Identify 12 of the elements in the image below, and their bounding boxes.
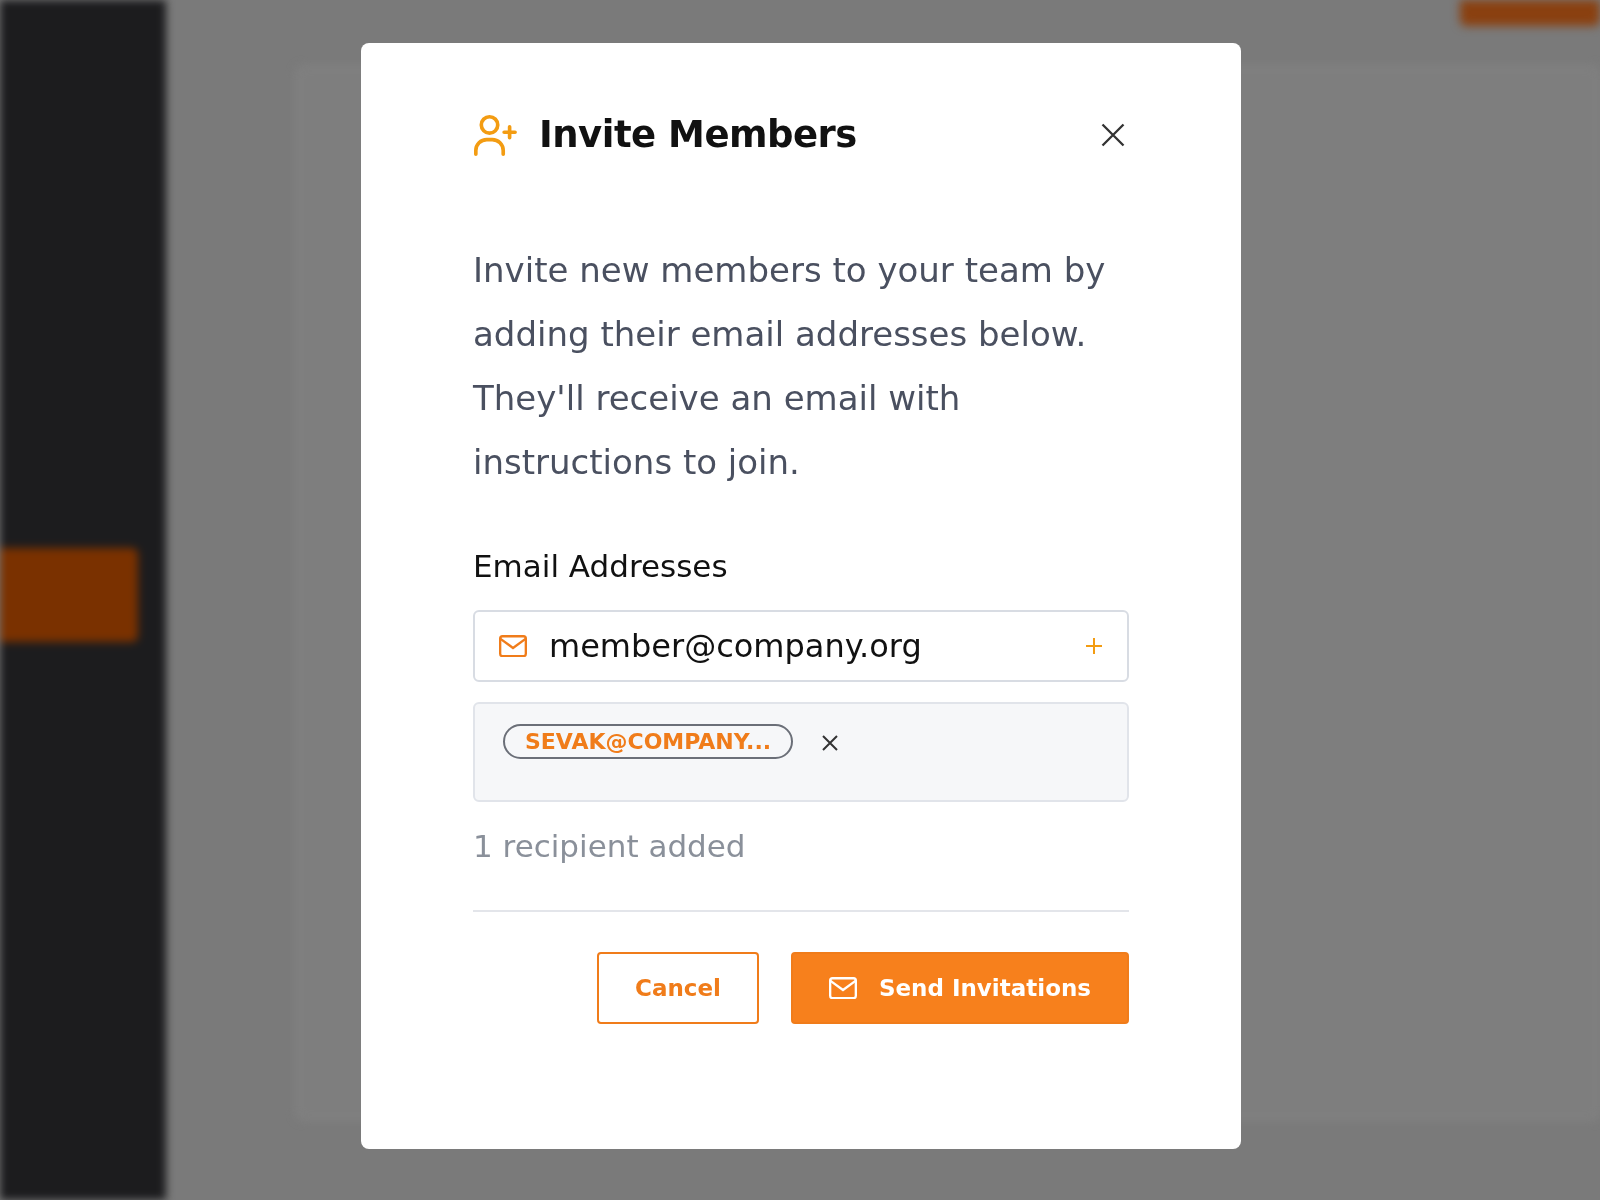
recipient-count: 1 recipient added bbox=[473, 828, 747, 864]
email-field[interactable]: member@company.org bbox=[473, 610, 1129, 682]
add-icon[interactable] bbox=[1085, 637, 1103, 655]
email-input[interactable]: member@company.org bbox=[547, 612, 1065, 680]
dialog-description: Invite new members to your team by adding their email addresses below. They'll receive an email with instructions to join. bbox=[473, 249, 1107, 484]
mail-icon bbox=[828, 976, 857, 1000]
mail-icon bbox=[499, 634, 527, 658]
recipient-chip: SEVAK@COMPANY... bbox=[503, 724, 794, 759]
field-label: Email Addresses bbox=[473, 548, 729, 584]
remove-icon[interactable] bbox=[821, 734, 840, 752]
dialog-title: Invite Members bbox=[539, 113, 858, 156]
user-plus-icon bbox=[473, 113, 517, 156]
